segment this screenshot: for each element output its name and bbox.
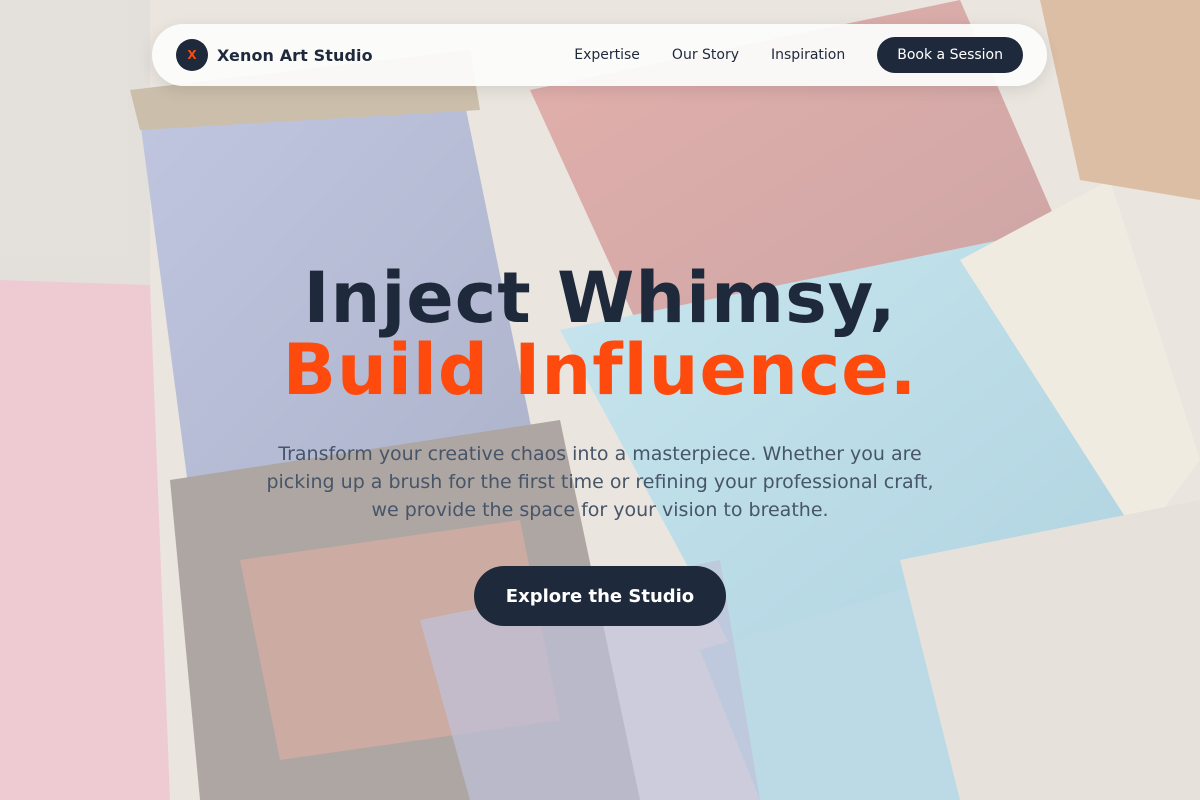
brand-logo-link[interactable]: X Xenon Art Studio	[176, 39, 373, 71]
nav-link-our-story[interactable]: Our Story	[672, 47, 739, 63]
nav-link-inspiration[interactable]: Inspiration	[771, 47, 845, 63]
explore-studio-button[interactable]: Explore the Studio	[473, 566, 727, 626]
hero-section: Inject Whimsy, Build Influence. Transfor…	[0, 262, 1200, 626]
headline-line-2: Build Influence.	[282, 329, 918, 411]
nav-link-expertise[interactable]: Expertise	[574, 47, 640, 63]
headline-line-1: Inject Whimsy,	[303, 257, 897, 339]
book-session-button[interactable]: Book a Session	[877, 37, 1023, 73]
brand-name: Xenon Art Studio	[217, 45, 373, 65]
hero-subtext: Transform your creative chaos into a mas…	[266, 443, 934, 521]
brand-mark-icon: X	[176, 39, 208, 71]
top-navbar: X Xenon Art Studio Expertise Our Story I…	[152, 24, 1047, 86]
nav-links: Expertise Our Story Inspiration Book a S…	[574, 37, 1023, 73]
hero-headline: Inject Whimsy, Build Influence.	[0, 262, 1200, 406]
